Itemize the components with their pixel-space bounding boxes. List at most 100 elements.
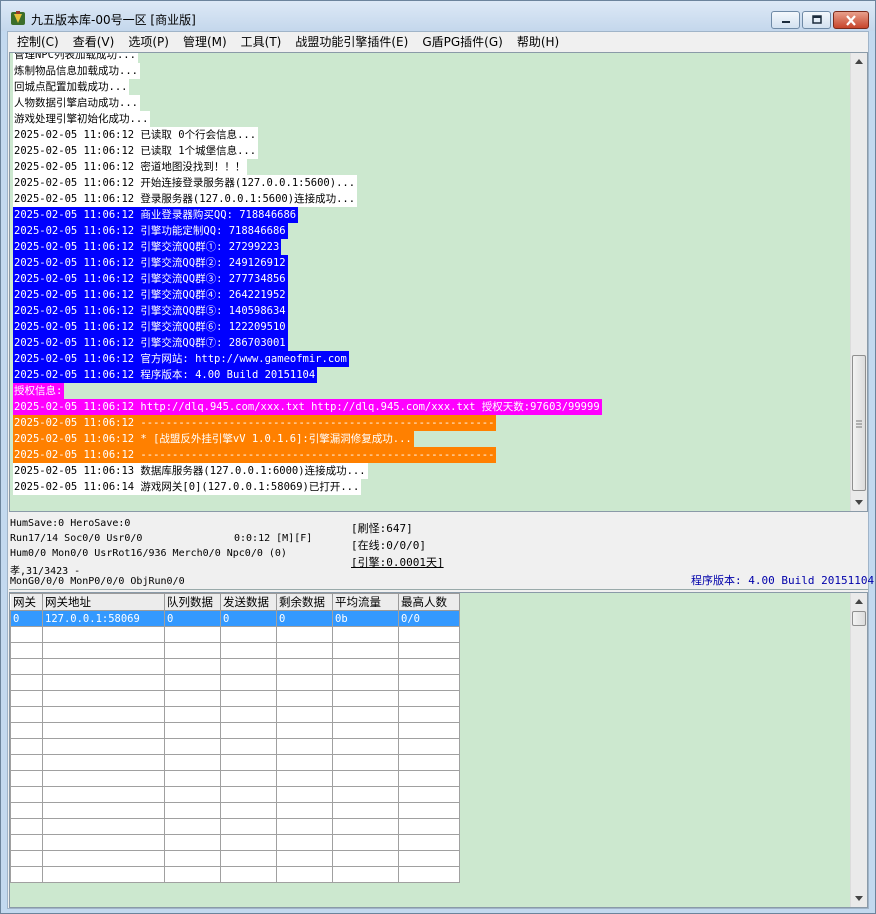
table-cell (42, 642, 165, 659)
table-cell (42, 690, 165, 707)
log-panel[interactable]: 管理NPC列表加载成功... 炼制物品信息加载成功... 回城点配置加载成功... 人… (9, 52, 868, 512)
table-cell (10, 866, 43, 883)
grip-icon (856, 420, 862, 428)
table-row[interactable] (10, 866, 460, 883)
table-cell (164, 706, 221, 723)
table-header-row: 网关 网关地址 队列数据 发送数据 剩余数据 平均流量 最高人数 (10, 593, 460, 611)
table-cell (398, 866, 460, 883)
column-header[interactable]: 最高人数 (398, 593, 460, 611)
scroll-up-arrow[interactable] (851, 53, 867, 70)
table-row[interactable] (10, 706, 460, 723)
status-panel: HumSave:0 HeroSave:0 Run17/14 Soc0/0 Usr… (9, 514, 874, 590)
table-cell (10, 802, 43, 819)
table-row[interactable] (10, 818, 460, 835)
table-cell (42, 850, 165, 867)
table-cell (276, 818, 333, 835)
menu-gshield-plugin[interactable]: G盾PG插件(G) (415, 32, 510, 52)
chevron-down-icon (855, 500, 863, 505)
log-line-text: 管理NPC列表加载成功... (13, 53, 138, 63)
table-cell: 0 (276, 610, 333, 627)
log-line: 回城点配置加载成功... (13, 79, 849, 95)
scroll-thumb[interactable] (852, 355, 866, 491)
scroll-down-arrow[interactable] (851, 890, 867, 907)
table-cell: 0 (164, 610, 221, 627)
log-line: 炼制物品信息加载成功... (13, 63, 849, 79)
gateway-grid-panel[interactable]: 网关 网关地址 队列数据 发送数据 剩余数据 平均流量 最高人数 0 127.0.0.1:58… (9, 592, 868, 908)
scroll-thumb[interactable] (852, 611, 866, 626)
column-header[interactable]: 队列数据 (164, 593, 221, 611)
table-cell: 127.0.0.1:58069 (42, 610, 165, 627)
log-line: 2025-02-05 11:06:12 * [战盟反外挂引擎vV 1.0.1.6… (13, 431, 849, 447)
table-cell (332, 626, 399, 643)
column-header[interactable]: 剩余数据 (276, 593, 333, 611)
table-cell (42, 834, 165, 851)
table-cell (10, 674, 43, 691)
client-area: 控制(C) 查看(V) 选项(P) 管理(M) 工具(T) 战盟功能引擎插件(E… (7, 31, 874, 909)
table-cell (220, 642, 277, 659)
table-row[interactable] (10, 690, 460, 707)
table-cell (10, 706, 43, 723)
log-line: 2025-02-05 11:06:12 已读取 1个城堡信息... (13, 143, 849, 159)
column-header[interactable]: 网关地址 (42, 593, 165, 611)
table-row[interactable] (10, 674, 460, 691)
table-cell (332, 786, 399, 803)
table-cell (42, 674, 165, 691)
table-row[interactable] (10, 722, 460, 739)
status-engine[interactable]: [引擎:0.0001天] (351, 554, 444, 570)
menu-view[interactable]: 查看(V) (66, 32, 122, 52)
column-header[interactable]: 发送数据 (220, 593, 277, 611)
scroll-up-arrow[interactable] (851, 593, 867, 610)
scroll-down-arrow[interactable] (851, 494, 867, 511)
table-cell (398, 802, 460, 819)
grid-scrollbar[interactable] (850, 593, 867, 907)
table-row[interactable] (10, 850, 460, 867)
menu-tools[interactable]: 工具(T) (234, 32, 289, 52)
log-list: 管理NPC列表加载成功... 炼制物品信息加载成功... 回城点配置加载成功... 人… (13, 53, 849, 495)
table-cell (276, 770, 333, 787)
table-cell (398, 626, 460, 643)
column-header[interactable]: 平均流量 (332, 593, 399, 611)
gateway-table: 网关 网关地址 队列数据 发送数据 剩余数据 平均流量 最高人数 0 127.0.0.1:58… (10, 593, 460, 883)
table-row[interactable] (10, 738, 460, 755)
log-line-text: 2025-02-05 11:06:12 官方网站: http://www.gam… (13, 351, 349, 367)
table-row[interactable] (10, 770, 460, 787)
menu-engine-plugin[interactable]: 战盟功能引擎插件(E) (288, 32, 415, 52)
log-line-text: 回城点配置加载成功... (13, 79, 130, 95)
table-row[interactable] (10, 802, 460, 819)
status-monster: MonG0/0/0 MonP0/0/0 ObjRun0/0 (10, 576, 185, 587)
table-cell (10, 850, 43, 867)
table-cell (164, 642, 221, 659)
table-cell (220, 850, 277, 867)
menu-options[interactable]: 选项(P) (121, 32, 176, 52)
table-cell (10, 738, 43, 755)
log-line-text: 2025-02-05 11:06:12 引擎交流QQ群①: 27299223 (13, 239, 282, 255)
table-cell (10, 754, 43, 771)
table-cell: 0 (10, 610, 43, 627)
table-row[interactable] (10, 658, 460, 675)
log-scrollbar[interactable] (850, 53, 867, 511)
title-bar[interactable]: 九五版本库-00号一区 [商业版] (1, 1, 875, 31)
maximize-button[interactable] (802, 11, 831, 29)
log-line: 2025-02-05 11:06:12 引擎交流QQ群③: 277734856 (13, 271, 849, 287)
table-cell (164, 818, 221, 835)
menu-help[interactable]: 帮助(H) (510, 32, 566, 52)
table-row[interactable] (10, 642, 460, 659)
menu-manage[interactable]: 管理(M) (176, 32, 234, 52)
table-row[interactable] (10, 754, 460, 771)
minimize-button[interactable] (771, 11, 800, 29)
log-line: 2025-02-05 11:06:12 已读取 0个行会信息... (13, 127, 849, 143)
table-row[interactable] (10, 786, 460, 803)
close-button[interactable] (833, 11, 869, 29)
table-row[interactable] (10, 626, 460, 643)
table-cell: 0b (332, 610, 399, 627)
log-line: 2025-02-05 11:06:14 游戏网关[0](127.0.0.1:58… (13, 479, 849, 495)
log-line: 2025-02-05 11:06:12 密道地图没找到！！！ (13, 159, 849, 175)
table-cell (276, 626, 333, 643)
log-line-text: 2025-02-05 11:06:12 引擎交流QQ群④: 264221952 (13, 287, 288, 303)
table-row[interactable] (10, 834, 460, 851)
table-row[interactable]: 0 127.0.0.1:58069 0 0 0 0b 0/0 (10, 610, 460, 627)
column-header[interactable]: 网关 (10, 593, 43, 611)
table-cell (398, 706, 460, 723)
log-line-text: 2025-02-05 11:06:12 引擎交流QQ群⑤: 140598634 (13, 303, 288, 319)
menu-control[interactable]: 控制(C) (10, 32, 66, 52)
